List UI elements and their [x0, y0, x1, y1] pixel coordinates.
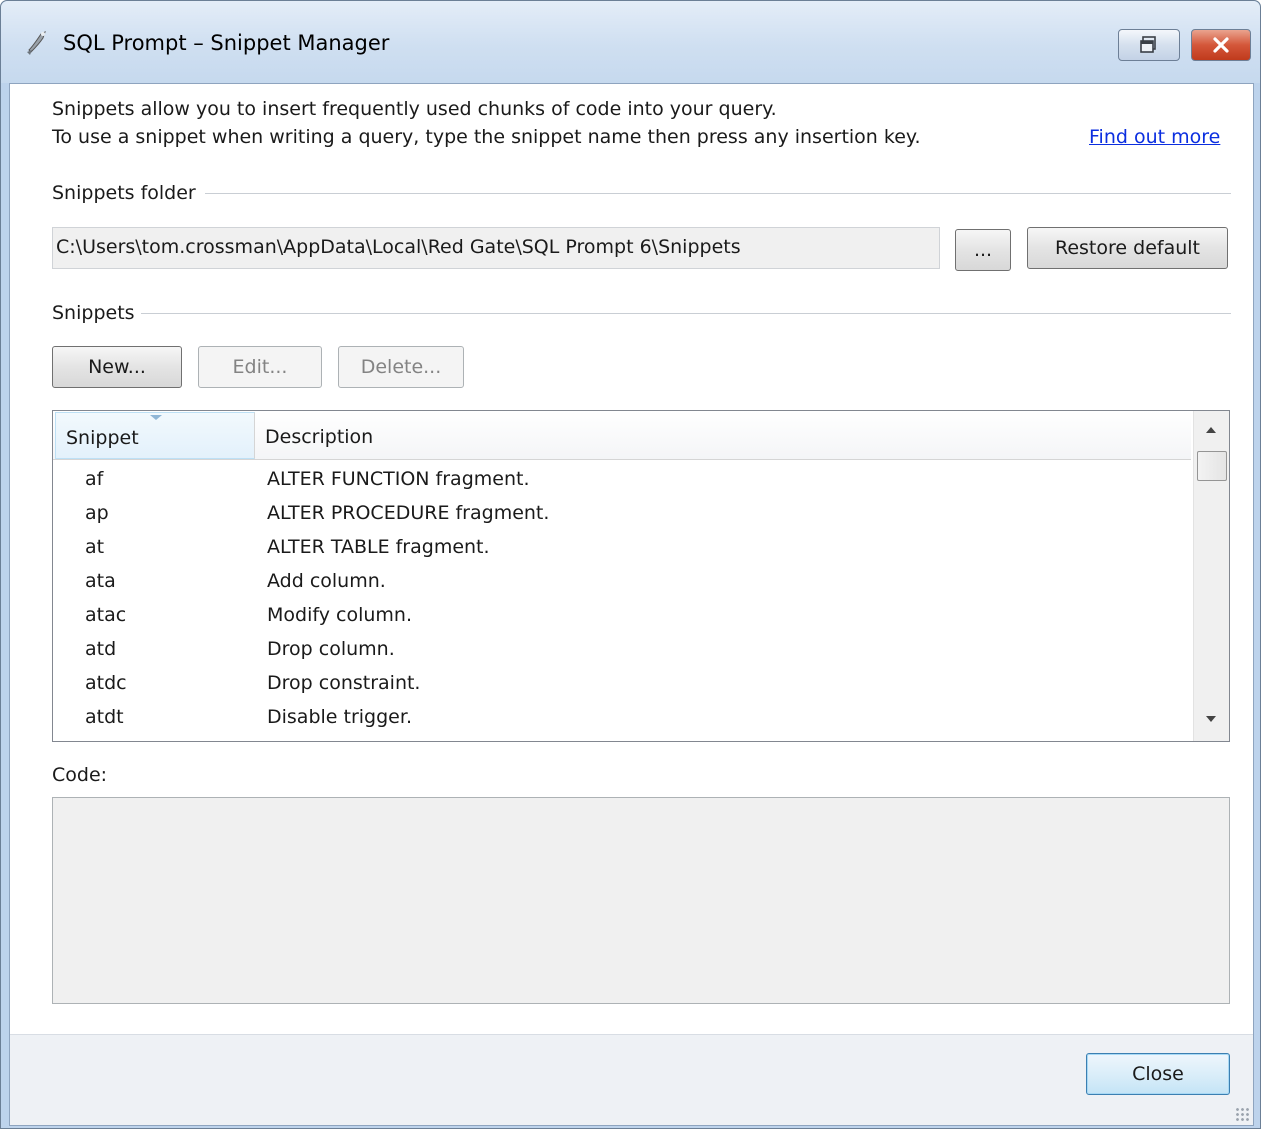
snippet-description: Drop column. — [267, 638, 395, 660]
close-x-icon — [1213, 37, 1229, 53]
snippet-description: ALTER FUNCTION fragment. — [267, 468, 530, 490]
intro-line-2: To use a snippet when writing a query, t… — [52, 126, 921, 148]
snippet-name: af — [85, 468, 104, 490]
snippets-section-divider — [141, 313, 1231, 314]
snippets-list-header: Snippet Description — [53, 411, 1191, 460]
list-item[interactable]: atdc Drop constraint. — [53, 665, 1191, 699]
list-item[interactable]: atdt Disable trigger. — [53, 699, 1191, 733]
scrollbar-thumb[interactable] — [1197, 451, 1227, 481]
snippet-name: ata — [85, 570, 116, 592]
column-header-snippet-label: Snippet — [66, 427, 139, 449]
snippet-name: atac — [85, 604, 127, 626]
restore-window-icon — [1140, 36, 1156, 53]
snippet-name: atdc — [85, 672, 127, 694]
snippet-manager-window: SQL Prompt – Snippet Manager Snippets al… — [0, 0, 1261, 1129]
intro-line-1: Snippets allow you to insert frequently … — [52, 98, 777, 120]
sql-prompt-app-icon — [27, 31, 46, 55]
column-header-description-label: Description — [265, 426, 374, 448]
list-item[interactable]: ata Add column. — [53, 563, 1191, 597]
sort-indicator-icon — [150, 415, 162, 420]
window-title: SQL Prompt – Snippet Manager — [63, 31, 390, 55]
snippets-folder-path-field[interactable]: C:\Users\tom.crossman\AppData\Local\Red … — [52, 227, 940, 269]
snippets-folder-label: Snippets folder — [52, 182, 196, 204]
edit-snippet-button[interactable]: Edit... — [198, 346, 322, 388]
snippet-name: ap — [85, 502, 109, 524]
find-out-more-link[interactable]: Find out more — [1089, 126, 1220, 148]
snippets-list[interactable]: Snippet Description af ALTER FUNCTION fr… — [52, 410, 1230, 742]
delete-snippet-button[interactable]: Delete... — [338, 346, 464, 388]
snippet-name: at — [85, 536, 105, 558]
snippet-description: Add column. — [267, 570, 386, 592]
resize-grip-icon[interactable] — [1235, 1107, 1249, 1121]
close-button[interactable]: Close — [1086, 1053, 1230, 1095]
snippet-name: atdt — [85, 706, 124, 728]
title-bar[interactable]: SQL Prompt – Snippet Manager — [1, 1, 1260, 83]
close-window-button[interactable] — [1191, 29, 1251, 61]
snippets-section-label: Snippets — [52, 302, 135, 324]
snippets-folder-divider — [205, 193, 1231, 194]
browse-folder-button[interactable]: ... — [955, 229, 1011, 271]
snippets-folder-path: C:\Users\tom.crossman\AppData\Local\Red … — [56, 236, 741, 258]
snippet-description: ALTER PROCEDURE fragment. — [267, 502, 550, 524]
scroll-up-arrow-icon[interactable] — [1206, 427, 1216, 433]
snippets-list-scrollbar[interactable] — [1193, 411, 1229, 741]
snippet-name: atd — [85, 638, 117, 660]
column-header-snippet[interactable]: Snippet — [55, 412, 255, 459]
code-preview-box[interactable] — [52, 797, 1230, 1004]
code-label: Code: — [52, 764, 108, 786]
snippet-description: Drop constraint. — [267, 672, 421, 694]
column-header-description[interactable]: Description — [256, 412, 1191, 459]
new-snippet-button[interactable]: New... — [52, 346, 182, 388]
restore-window-button[interactable] — [1118, 29, 1180, 61]
snippet-description: Modify column. — [267, 604, 412, 626]
scroll-down-arrow-icon[interactable] — [1206, 716, 1216, 722]
list-item[interactable]: atac Modify column. — [53, 597, 1191, 631]
snippet-description: Disable trigger. — [267, 706, 412, 728]
list-item[interactable]: at ALTER TABLE fragment. — [53, 529, 1191, 563]
list-item[interactable]: ap ALTER PROCEDURE fragment. — [53, 495, 1191, 529]
list-item[interactable]: atd Drop column. — [53, 631, 1191, 665]
dialog-body: Snippets allow you to insert frequently … — [9, 83, 1254, 1126]
restore-default-button[interactable]: Restore default — [1027, 227, 1228, 269]
dialog-footer: Close — [10, 1034, 1253, 1125]
snippet-description: ALTER TABLE fragment. — [267, 536, 490, 558]
list-item[interactable]: af ALTER FUNCTION fragment. — [53, 461, 1191, 495]
